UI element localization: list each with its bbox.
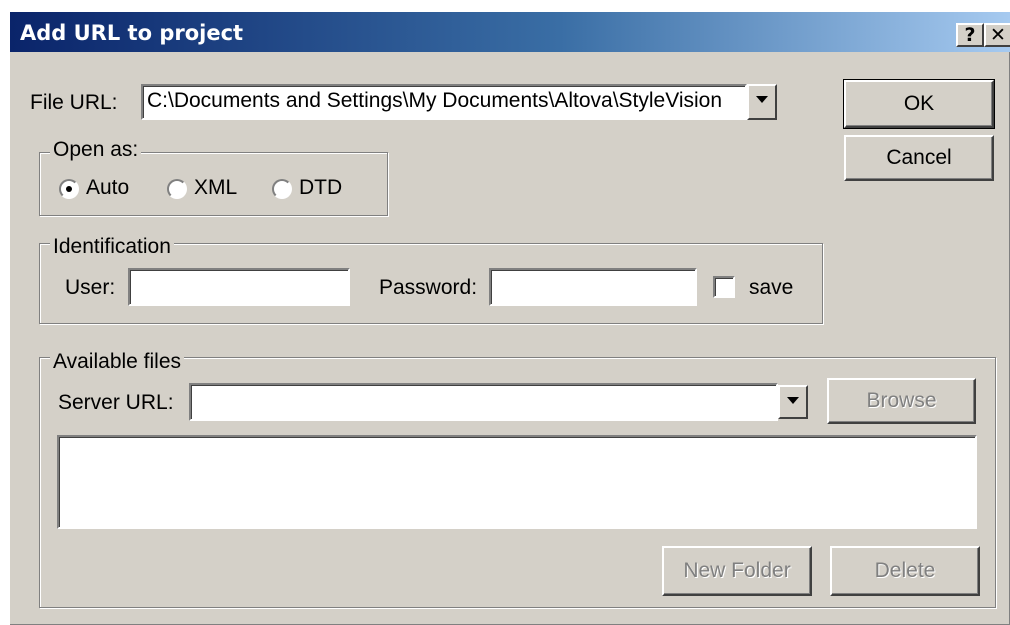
- file-url-value: C:\Documents and Settings\My Documents\A…: [147, 89, 723, 112]
- server-url-label: Server URL:: [58, 391, 174, 414]
- save-checkbox[interactable]: [713, 276, 735, 298]
- cancel-button[interactable]: Cancel: [844, 135, 994, 181]
- radio-dtd-label: DTD: [299, 176, 343, 199]
- dialog-title: Add URL to project: [20, 21, 244, 45]
- ok-button[interactable]: OK: [843, 79, 995, 129]
- save-label: save: [749, 276, 794, 299]
- password-input[interactable]: [489, 268, 697, 306]
- add-url-dialog: Add URL to project ? ✕ File URL: C:\Docu…: [8, 10, 1010, 625]
- user-label: User:: [65, 276, 116, 299]
- identification-legend: Identification: [50, 235, 174, 259]
- close-button[interactable]: ✕: [984, 23, 1010, 47]
- files-list[interactable]: [57, 435, 977, 529]
- radio-auto-label: Auto: [86, 176, 130, 199]
- radio-auto[interactable]: [59, 179, 79, 199]
- help-button[interactable]: ?: [956, 23, 984, 47]
- radio-xml[interactable]: [167, 179, 187, 199]
- password-label: Password:: [379, 276, 478, 299]
- open-as-legend: Open as:: [50, 138, 142, 162]
- radio-xml-label: XML: [194, 176, 238, 199]
- radio-selected-dot: [66, 186, 72, 192]
- radio-dtd[interactable]: [272, 179, 292, 199]
- new-folder-button[interactable]: New Folder: [662, 546, 812, 596]
- user-input[interactable]: [128, 268, 350, 306]
- file-url-label: File URL:: [30, 91, 118, 114]
- file-url-dropdown-icon[interactable]: [747, 84, 777, 120]
- title-bar: Add URL to project ? ✕: [10, 12, 1010, 52]
- server-url-input[interactable]: [189, 383, 778, 421]
- available-files-legend: Available files: [50, 350, 185, 374]
- delete-button[interactable]: Delete: [830, 546, 980, 596]
- browse-button[interactable]: Browse: [827, 378, 976, 424]
- server-url-dropdown-icon[interactable]: [778, 385, 808, 419]
- file-url-input[interactable]: C:\Documents and Settings\My Documents\A…: [141, 84, 747, 120]
